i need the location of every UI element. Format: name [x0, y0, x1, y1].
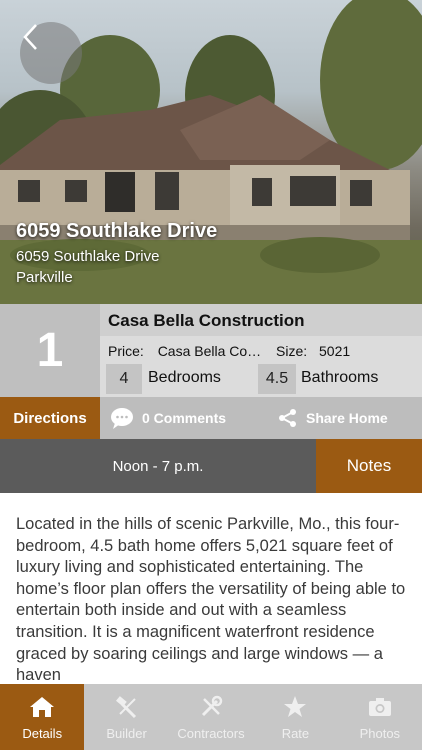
tab-label: Details — [22, 726, 63, 741]
bedrooms-count: 4 — [106, 364, 142, 394]
share-label: Share Home — [306, 410, 388, 426]
tab-rate[interactable]: Rate — [253, 684, 337, 750]
comments-label: 0 Comments — [142, 410, 227, 426]
price-value: Casa Bella Co… — [157, 343, 262, 359]
builder-icon — [115, 696, 136, 719]
tab-bar: Details Builder Contractors Rate Photos — [0, 684, 422, 750]
bathrooms-label: Bathrooms — [301, 369, 379, 386]
tab-label: Rate — [281, 726, 310, 741]
home-city: Parkville — [16, 269, 73, 286]
notes-button[interactable]: Notes — [316, 439, 422, 493]
hours-text: Noon - 7 p.m. — [112, 457, 204, 475]
listing-info-panel: 1 Casa Bella Construction Price: Casa Be… — [0, 304, 422, 397]
home-title: 6059 Southlake Drive — [16, 220, 218, 242]
comments-button[interactable]: 0 Comments — [110, 397, 226, 439]
tools-icon — [201, 695, 223, 717]
lot-number: 1 — [0, 304, 100, 397]
tab-builder[interactable]: Builder — [84, 684, 168, 750]
hero-image: 6059 Southlake Drive 6059 Southlake Driv… — [0, 0, 422, 304]
tab-photos[interactable]: Photos — [338, 684, 422, 750]
chevron-left-icon — [23, 24, 37, 50]
open-hours: Noon - 7 p.m. — [0, 439, 316, 493]
home-description: Located in the hills of scenic Parkville… — [16, 515, 406, 684]
size-row: Size: 5021 — [276, 343, 350, 359]
share-button[interactable]: Share Home — [278, 397, 388, 439]
price-label: Price: — [108, 343, 144, 359]
tab-label: Photos — [359, 726, 401, 741]
share-icon — [279, 409, 296, 427]
tab-details[interactable]: Details — [0, 684, 85, 750]
camera-icon — [368, 698, 391, 716]
price-row: Price: Casa Bella Co… — [108, 343, 261, 359]
size-label: Size: — [276, 343, 308, 359]
home-icon — [30, 697, 55, 717]
bathrooms-count: 4.5 — [258, 364, 296, 394]
size-value: 5021 — [319, 343, 351, 359]
tab-contractors[interactable]: Contractors — [169, 684, 253, 750]
tab-label: Contractors — [177, 726, 245, 741]
bedrooms-label: Bedrooms — [148, 369, 221, 386]
builder-name: Casa Bella Construction — [100, 304, 422, 336]
directions-button[interactable]: Directions — [0, 397, 100, 439]
home-address: 6059 Southlake Drive — [16, 248, 160, 265]
tab-label: Builder — [106, 726, 147, 741]
action-bar: Directions 0 Comments Share Home — [0, 397, 422, 439]
back-button[interactable] — [20, 22, 82, 84]
comment-bubble-icon — [111, 408, 133, 429]
star-icon — [284, 696, 307, 717]
